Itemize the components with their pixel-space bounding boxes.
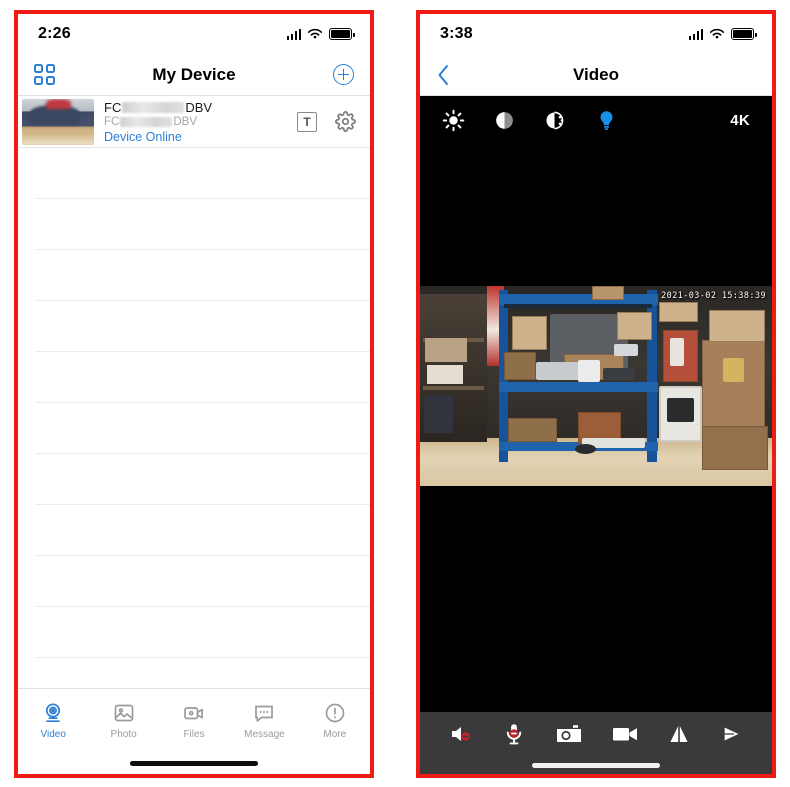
- phone-screen-live-video: 3:38 Video 4K 2021-03-02 15:38:39: [416, 10, 776, 778]
- device-name-prefix: FC: [104, 99, 122, 115]
- text-talk-button[interactable]: T: [297, 111, 317, 132]
- webcam-icon: [46, 703, 61, 723]
- home-indicator[interactable]: [130, 760, 258, 766]
- gear-icon[interactable]: [335, 111, 356, 132]
- back-chevron-icon[interactable]: [436, 64, 450, 86]
- battery-full-icon: [731, 28, 757, 40]
- tab-message-label: Message: [244, 729, 285, 740]
- mirror-flip-icon[interactable]: [667, 723, 691, 745]
- tab-message[interactable]: Message: [229, 701, 299, 740]
- cellular-signal-icon: [688, 28, 703, 40]
- list-item: [36, 658, 370, 688]
- lightbulb-icon[interactable]: [595, 109, 618, 132]
- contrast-icon[interactable]: [493, 109, 516, 132]
- snapshot-camera-icon[interactable]: [555, 723, 583, 745]
- page-title: Video: [573, 64, 619, 84]
- device-subname-suffix: DBV: [173, 115, 197, 128]
- add-circle-icon[interactable]: [333, 64, 354, 85]
- video-controls-toolbar: [420, 712, 772, 756]
- brightness-sun-icon[interactable]: [442, 109, 465, 132]
- device-snapshot-thumbnail[interactable]: [22, 98, 94, 145]
- home-indicator[interactable]: [532, 762, 660, 768]
- status-icons: [286, 28, 355, 40]
- resolution-label[interactable]: 4K: [730, 112, 750, 129]
- live-camera-feed[interactable]: 2021-03-02 15:38:39: [420, 286, 772, 486]
- list-item: [36, 250, 370, 301]
- feed-timestamp: 2021-03-02 15:38:39: [661, 291, 766, 301]
- home-indicator-area: [420, 756, 772, 774]
- device-name-suffix: DBV: [185, 99, 213, 115]
- page-title: My Device: [152, 64, 236, 84]
- wifi-icon: [307, 28, 323, 39]
- phone-screen-device-list: 2:26 My Device FC DBV FC DBV Device Onli…: [14, 10, 374, 778]
- device-row-actions: T: [297, 111, 356, 132]
- tab-files-label: Files: [183, 729, 205, 740]
- home-indicator-area: [18, 752, 370, 774]
- status-time: 2:26: [38, 25, 71, 42]
- message-icon: [255, 705, 274, 722]
- more-info-icon: [325, 703, 345, 723]
- battery-full-icon: [329, 28, 355, 40]
- device-info: FC DBV FC DBV Device Online: [104, 100, 297, 144]
- device-list-item[interactable]: FC DBV FC DBV Device Online T: [18, 96, 370, 148]
- playback-arrow-icon[interactable]: [720, 723, 744, 745]
- grid-view-icon[interactable]: [34, 64, 55, 85]
- navbar: My Device: [18, 54, 370, 96]
- list-item: [36, 607, 370, 658]
- list-item: [36, 199, 370, 250]
- navbar: Video: [420, 54, 772, 96]
- status-time: 3:38: [440, 25, 473, 42]
- device-subname-prefix: FC: [104, 115, 120, 128]
- speaker-muted-icon[interactable]: [448, 723, 474, 745]
- tab-files[interactable]: Files: [159, 701, 229, 740]
- video-player-area: 4K 2021-03-02 15:38:39: [420, 96, 772, 712]
- redacted-subname-block: [120, 116, 173, 127]
- status-icons: [688, 28, 757, 40]
- wifi-icon: [709, 28, 725, 39]
- tab-photo[interactable]: Photo: [88, 701, 158, 740]
- list-item: [36, 556, 370, 607]
- list-item: [36, 301, 370, 352]
- status-bar: 3:38: [420, 14, 772, 54]
- saturation-icon[interactable]: [544, 109, 567, 132]
- redacted-name-block: [122, 101, 185, 113]
- screenshot-stage: 2:26 My Device FC DBV FC DBV Device Onli…: [0, 0, 790, 787]
- device-name-line: FC DBV: [104, 100, 297, 115]
- device-list: FC DBV FC DBV Device Online T: [18, 96, 370, 688]
- status-bar: 2:26: [18, 14, 370, 54]
- tab-more-label: More: [323, 729, 347, 740]
- device-subname-line: FC DBV: [104, 116, 297, 128]
- device-status-text: Device Online: [104, 129, 182, 144]
- microphone-muted-icon[interactable]: [502, 722, 526, 746]
- list-item: [36, 148, 370, 199]
- tab-video[interactable]: Video: [18, 701, 88, 740]
- cellular-signal-icon: [286, 28, 301, 40]
- record-video-icon[interactable]: [611, 724, 639, 744]
- video-file-icon: [184, 707, 203, 720]
- list-item: [36, 352, 370, 403]
- tab-bar: Video Photo Files Message More: [18, 688, 370, 752]
- photo-icon: [114, 704, 133, 722]
- tab-video-label: Video: [40, 729, 66, 740]
- tab-more[interactable]: More: [300, 701, 370, 740]
- list-item: [36, 454, 370, 505]
- video-adjust-toolbar: 4K: [420, 96, 772, 144]
- tab-photo-label: Photo: [110, 729, 137, 740]
- list-item: [36, 403, 370, 454]
- list-item: [36, 505, 370, 556]
